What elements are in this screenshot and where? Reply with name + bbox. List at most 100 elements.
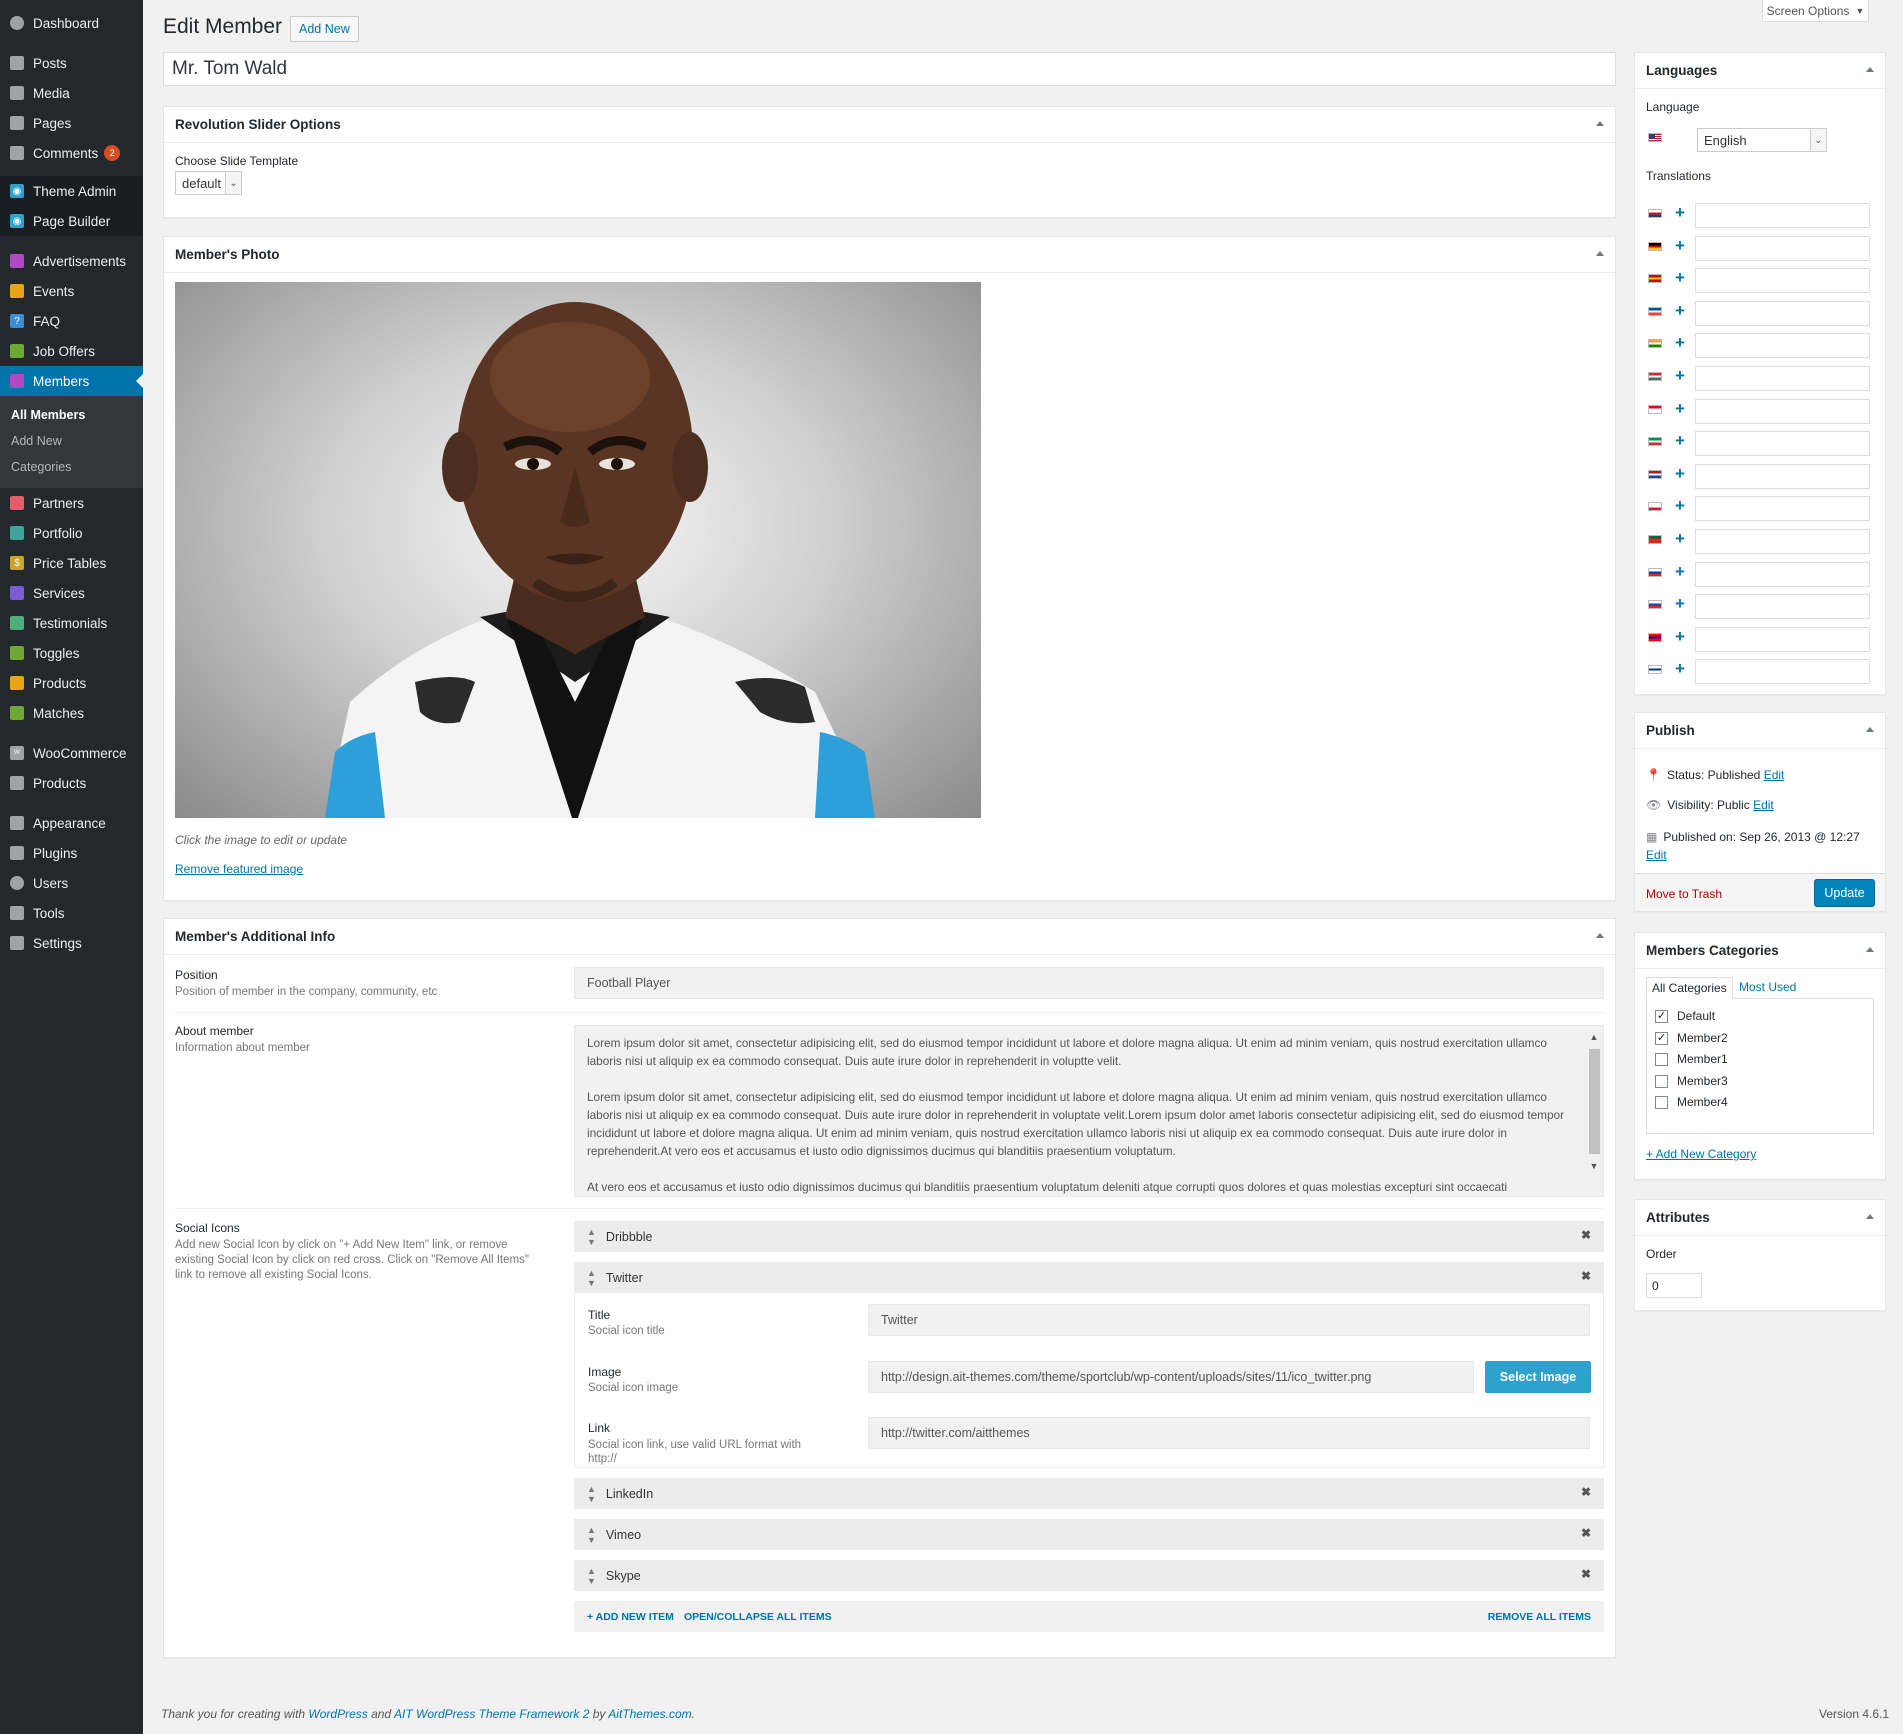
collapse-icon[interactable] (1866, 947, 1874, 952)
menu-settings[interactable]: Settings (0, 928, 143, 958)
menu-toggles[interactable]: Toggles (0, 638, 143, 668)
twitter-title-input[interactable]: Twitter (868, 1304, 1590, 1336)
drag-handle-icon[interactable]: ▲ ▼ (587, 1484, 596, 1504)
update-button[interactable]: Update (1814, 879, 1875, 907)
add-translation-sk-icon[interactable]: + (1675, 595, 1685, 612)
social-item-twitter[interactable]: ▲ ▼ Twitter ✖ (574, 1262, 1604, 1293)
close-icon[interactable]: ✖ (1581, 1269, 1591, 1283)
menu-posts[interactable]: Posts (0, 48, 143, 78)
select-image-button[interactable]: Select Image (1485, 1361, 1591, 1393)
collapse-icon[interactable] (1596, 933, 1604, 938)
submenu-categories[interactable]: Categories (0, 454, 143, 480)
menu-products[interactable]: Products (0, 768, 143, 798)
category-checkbox[interactable]: ✓ (1655, 1031, 1668, 1045)
drag-handle-icon[interactable]: ▲ ▼ (587, 1227, 596, 1247)
add-translation-fr-icon[interactable]: + (1675, 302, 1685, 319)
menu-partners[interactable]: Partners (0, 488, 143, 518)
translation-id-input[interactable] (1695, 398, 1870, 424)
social-item-vimeo[interactable]: ▲ ▼ Vimeo ✖ (574, 1519, 1604, 1550)
menu-matches[interactable]: Matches (0, 698, 143, 728)
post-title-input[interactable]: Mr. Tom Wald (163, 52, 1616, 86)
move-to-trash-link[interactable]: Move to Trash (1646, 887, 1722, 901)
categories-header[interactable]: Members Categories (1635, 933, 1885, 969)
aitthemes-link[interactable]: AitThemes.com (608, 1707, 691, 1721)
menu-users[interactable]: Users (0, 868, 143, 898)
add-translation-pl-icon[interactable]: + (1675, 497, 1685, 514)
social-item-dribbble[interactable]: ▲ ▼ Dribbble ✖ (574, 1221, 1604, 1252)
add-translation-hi-icon[interactable]: + (1675, 334, 1685, 351)
social-item-skype[interactable]: ▲ ▼ Skype ✖ (574, 1560, 1604, 1591)
category-checkbox[interactable] (1655, 1074, 1668, 1088)
menu-job-offers[interactable]: Job Offers (0, 336, 143, 366)
translation-cs-input[interactable] (1695, 203, 1870, 228)
add-translation-tw-icon[interactable]: + (1675, 628, 1685, 645)
collapse-icon[interactable] (1596, 121, 1604, 126)
featured-image[interactable] (175, 282, 981, 818)
twitter-link-input[interactable]: http://twitter.com/aitthemes (868, 1417, 1590, 1449)
collapse-icon[interactable] (1866, 1214, 1874, 1219)
category-checkbox[interactable]: ✓ (1655, 1010, 1668, 1023)
edit-status-link[interactable]: Edit (1764, 768, 1785, 782)
translation-fi-input[interactable] (1695, 659, 1870, 685)
menu-faq[interactable]: ? FAQ (0, 306, 143, 336)
collapse-icon[interactable] (1866, 727, 1874, 732)
menu-events[interactable]: Events (0, 276, 143, 306)
menu-woocommerce[interactable]: W WooCommerce (0, 738, 143, 768)
translation-hi-input[interactable] (1695, 333, 1870, 359)
remove-featured-image-link[interactable]: Remove featured image (175, 862, 303, 876)
ait-framework-link[interactable]: AIT WordPress Theme Framework 2 (394, 1707, 589, 1721)
photo-header[interactable]: Member's Photo (164, 237, 1615, 273)
menu-media[interactable]: Media (0, 78, 143, 108)
close-icon[interactable]: ✖ (1581, 1526, 1591, 1540)
about-textarea[interactable]: Lorem ipsum dolor sit amet, consectetur … (574, 1025, 1604, 1197)
slide-template-select[interactable]: default ⌄ (175, 171, 243, 195)
menu-testimonials[interactable]: Testimonials (0, 608, 143, 638)
close-icon[interactable]: ✖ (1581, 1567, 1591, 1581)
menu-advertisements[interactable]: Advertisements (0, 246, 143, 276)
add-translation-pt-icon[interactable]: + (1675, 530, 1685, 547)
add-translation-nl-icon[interactable]: + (1675, 465, 1685, 482)
remove-all-items-link[interactable]: REMOVE ALL ITEMS (1488, 1611, 1591, 1623)
drag-handle-icon[interactable]: ▲ ▼ (587, 1525, 596, 1545)
drag-handle-icon[interactable]: ▲ ▼ (587, 1566, 596, 1586)
menu-plugins[interactable]: Plugins (0, 838, 143, 868)
wordpress-link[interactable]: WordPress (308, 1707, 367, 1721)
additional-info-header[interactable]: Member's Additional Info (164, 919, 1615, 955)
add-new-category-link[interactable]: + Add New Category (1646, 1147, 1756, 1161)
translation-ru-input[interactable] (1695, 561, 1870, 587)
edit-visibility-link[interactable]: Edit (1753, 798, 1774, 812)
edit-date-link[interactable]: Edit (1646, 848, 1667, 862)
close-icon[interactable]: ✖ (1581, 1228, 1591, 1242)
menu-members[interactable]: Members (0, 366, 143, 396)
social-item-linkedin[interactable]: ▲ ▼ LinkedIn ✖ (574, 1478, 1604, 1509)
translation-pl-input[interactable] (1695, 496, 1870, 522)
translation-hu-input[interactable] (1695, 366, 1870, 391)
menu-tools[interactable]: Tools (0, 898, 143, 928)
collapse-icon[interactable] (1596, 251, 1604, 256)
translation-pt-input[interactable] (1695, 529, 1870, 554)
add-translation-de-icon[interactable]: + (1675, 237, 1685, 254)
category-checkbox[interactable] (1655, 1053, 1668, 1066)
open-collapse-link[interactable]: OPEN/COLLAPSE ALL ITEMS (684, 1611, 832, 1623)
drag-handle-icon[interactable]: ▲ ▼ (587, 1268, 596, 1288)
menu-pages[interactable]: Pages (0, 108, 143, 138)
scroll-down-icon[interactable]: ▼ (1587, 1157, 1601, 1175)
translation-es-input[interactable] (1695, 268, 1870, 294)
menu-comments[interactable]: Comments 2 (0, 138, 143, 168)
screen-options-button[interactable]: Screen Options ▼ (1762, 0, 1869, 22)
translation-tw-input[interactable] (1695, 626, 1870, 652)
languages-header[interactable]: Languages (1635, 53, 1885, 89)
order-input[interactable]: 0 (1646, 1273, 1702, 1298)
add-translation-hu-icon[interactable]: + (1675, 367, 1685, 384)
translation-de-input[interactable] (1695, 235, 1870, 261)
menu-services[interactable]: Services (0, 578, 143, 608)
add-translation-fi-icon[interactable]: + (1675, 660, 1685, 677)
add-translation-ru-icon[interactable]: + (1675, 563, 1685, 580)
translation-nl-input[interactable] (1695, 463, 1870, 489)
attributes-header[interactable]: Attributes (1635, 1200, 1885, 1236)
publish-header[interactable]: Publish (1635, 713, 1885, 749)
scroll-up-icon[interactable]: ▲ (1587, 1028, 1601, 1046)
textarea-scrollbar[interactable]: ▲ ▼ (1587, 1028, 1601, 1194)
submenu-add-new[interactable]: Add New (0, 428, 143, 454)
menu-theme-admin[interactable]: ◉ Theme Admin (0, 176, 143, 206)
